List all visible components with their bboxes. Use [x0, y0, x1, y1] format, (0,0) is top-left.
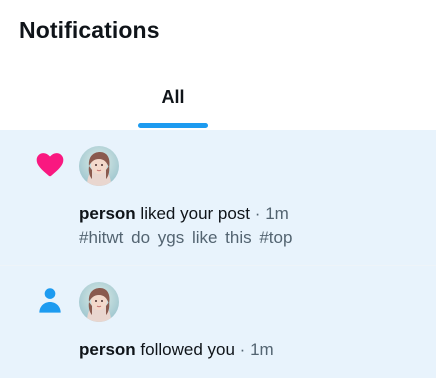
actor-name[interactable]: person — [79, 204, 136, 223]
active-tab-indicator — [138, 123, 208, 128]
notification-item-like[interactable]: person liked your post · 1m #hitwt do yg… — [0, 130, 436, 266]
tab-all-label: All — [161, 87, 185, 107]
tab-all[interactable]: All — [104, 62, 242, 130]
avatar[interactable] — [79, 146, 119, 186]
page-title: Notifications — [19, 17, 160, 43]
timestamp: 1m — [250, 340, 274, 359]
person-icon — [34, 284, 66, 316]
header: Notifications — [0, 0, 436, 62]
heart-icon — [34, 148, 66, 180]
tab-bar: All — [0, 62, 436, 130]
action-text: liked your post — [140, 204, 251, 223]
notifications-page: Notifications All person liked your post… — [0, 0, 436, 378]
timestamp: 1m — [265, 204, 289, 223]
actor-name[interactable]: person — [79, 340, 136, 359]
avatar[interactable] — [79, 282, 119, 322]
separator-dot: · — [239, 340, 246, 359]
action-text: followed you — [140, 340, 235, 359]
post-snippet[interactable]: #hitwt do ygs like this #top — [79, 227, 292, 249]
notification-item-follow[interactable]: person followed you · 1m — [0, 266, 436, 378]
notification-text: person followed you · 1m — [79, 339, 274, 361]
notification-text: person liked your post · 1m — [79, 203, 289, 225]
separator-dot: · — [254, 204, 261, 223]
notification-list: person liked your post · 1m #hitwt do yg… — [0, 130, 436, 378]
